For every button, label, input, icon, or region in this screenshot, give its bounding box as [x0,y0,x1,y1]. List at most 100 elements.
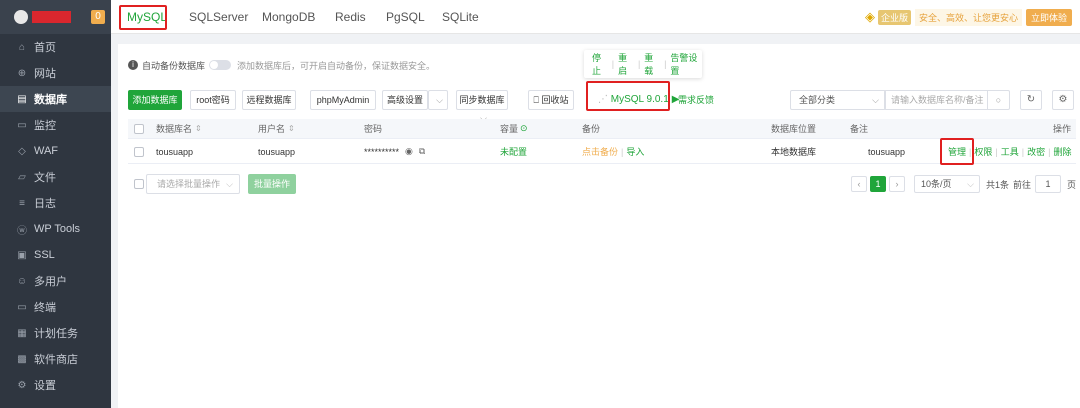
remote-database-button[interactable]: 远程数据库 [242,90,296,110]
tab-pgsql[interactable]: PgSQL [386,10,425,24]
db-note[interactable]: tousuapp [868,140,905,163]
server-header[interactable]: 0 [0,0,111,34]
backup-now-link[interactable]: 点击备份 [582,145,618,158]
sidebar-item-label: 文件 [34,172,56,184]
row-checkbox[interactable] [134,146,144,157]
permission-link[interactable]: 权限 [974,145,992,158]
trash-icon: ⎕ [533,95,539,105]
sidebar-item[interactable]: ▦ 计划任务 [0,320,111,346]
tab-sqlite[interactable]: SQLite [442,10,479,24]
root-password-button[interactable]: root密码 [190,90,236,110]
chevron-down-icon: ⌵ [436,95,443,105]
prev-page-button[interactable]: ‹ [850,176,867,192]
db-capacity[interactable]: 未配置 [500,140,527,163]
stop-service-link[interactable]: 停止 [592,51,608,77]
auto-backup-label: 自动备份数据库 [142,60,206,71]
goto-label: 前往 [1012,179,1031,190]
sync-database-button[interactable]: 同步数据库⌵ [456,90,508,123]
batch-action-select[interactable]: 请选择批量操作 ⌵ [146,174,240,194]
sidebar-item[interactable]: ☺ 多用户 [0,268,111,294]
delete-link[interactable]: 删除 [1053,145,1071,158]
eye-icon[interactable]: ◉ [405,146,413,157]
table-footer: 请选择批量操作 ⌵ 批量操作 ‹ 1 › 10条/页 ⌵ 共1条 前往 1 页 [128,174,1076,194]
import-link[interactable]: 导入 [626,145,644,158]
footer-select-all-checkbox[interactable] [134,179,144,189]
sync-database-label: 同步数据库 [459,95,505,105]
sidebar-item[interactable]: ▱ 文件 [0,164,111,190]
table-header: 数据库名 ⇕ 用户名 ⇕ 密码 容量 ⊙ 备份 数据库位置 备注 操作 [128,119,1076,139]
phpmyadmin-button[interactable]: phpMyAdmin [310,90,376,110]
server-logo-icon [14,10,28,24]
sidebar-menu: ⌂ 首页 ⊕ 网站 ▤ 数据库 ▭ 监控 ◇ WAF ▱ 文件 ≡ 日志 ⓦ WP Tools ▣ SSL ☺ 多用户… [0,34,111,398]
sidebar-item[interactable]: ⌂ 首页 [0,34,111,60]
info-icon: i [128,60,138,70]
chevron-down-icon: ⌵ [967,179,974,189]
sidebar-item-label: WP Tools [34,223,81,235]
sidebar-item[interactable]: ▭ 监控 [0,112,111,138]
enterprise-promo: ◈ 企业版 安全、高效、让您更安心 立即体验 [865,8,1072,26]
sidebar-item-label: 设置 [34,380,56,392]
chevron-down-icon: ⌵ [872,95,879,105]
reload-service-link[interactable]: 重载 [644,51,660,77]
sidebar-item-label: 网站 [34,68,56,80]
folder-icon: ▱ [18,171,26,183]
header-ops: 操作 [1053,124,1072,134]
restart-service-link[interactable]: 重启 [618,51,634,77]
tab-redis[interactable]: Redis [335,10,366,24]
mysql-service-menu: 停止 | 重启 | 重载 | 告警设置 [584,50,702,78]
recycle-bin-button[interactable]: ⎕ 回收站 [528,90,574,110]
next-page-button[interactable]: › [888,176,905,192]
recycle-bin-label: 回收站 [541,95,569,105]
sidebar-item[interactable]: ≡ 日志 [0,190,111,216]
search-icon[interactable]: ○ [987,91,1009,109]
gear-icon: ⚙ [17,379,27,391]
copy-icon[interactable]: ⧉ [419,146,425,157]
globe-icon: ⊕ [17,67,27,79]
search-input[interactable]: 请输入数据库名称/备注 ○ [884,90,1010,110]
sidebar-item[interactable]: ⓦ WP Tools [0,216,111,242]
select-all-checkbox[interactable] [134,123,144,134]
db-backup: 点击备份 | 导入 [582,145,645,158]
header-backup: 备份 [582,124,601,134]
db-user: tousuapp [258,146,296,157]
notification-badge[interactable]: 0 [91,10,105,24]
category-select[interactable]: 全部分类 ⌵ [790,90,886,110]
page-number[interactable]: 1 [869,176,886,192]
tab-sqlserver[interactable]: SQLServer [189,10,248,24]
sidebar-item-label: 首页 [34,42,56,54]
database-icon: ▤ [17,93,27,105]
help-icon[interactable]: ⊙ [520,123,528,134]
page-size-select[interactable]: 10条/页 ⌵ [913,175,980,193]
terminal-icon: ▭ [17,301,27,313]
sidebar-item[interactable]: ⚙ 设置 [0,372,111,398]
change-password-link[interactable]: 改密 [1027,145,1045,158]
tab-mongodb[interactable]: MongoDB [262,10,315,24]
sidebar-item[interactable]: ◇ WAF [0,138,111,164]
total-count: 共1条 [985,179,1009,190]
header-capacity: 容量 ⊙ [500,119,528,138]
wordpress-icon: ⓦ [17,225,27,237]
sidebar-item[interactable]: ▤ 数据库 [0,86,111,112]
sidebar-item-label: SSL [34,249,55,261]
tools-link[interactable]: 工具 [1001,145,1019,158]
sidebar-item[interactable]: ▭ 终端 [0,294,111,320]
try-now-button[interactable]: 立即体验 [1025,8,1072,26]
home-icon: ⌂ [18,41,26,53]
sidebar-item-label: 软件商店 [34,354,78,366]
advanced-settings-button[interactable]: 高级设置 [382,90,428,110]
advanced-dropdown-button[interactable]: ⌵ [428,90,448,110]
sidebar-item[interactable]: ⊕ 网站 [0,60,111,86]
feedback-link[interactable]: 需求反馈 [678,90,714,110]
gear-icon[interactable]: ⚙ [1052,90,1074,110]
sidebar-item-label: 日志 [34,198,56,210]
goto-page-input[interactable]: 1 [1034,175,1061,193]
add-database-button[interactable]: 添加数据库 [128,90,182,110]
alert-settings-link[interactable]: 告警设置 [670,51,702,77]
sidebar-item[interactable]: ▣ SSL [0,242,111,268]
header-name[interactable]: 数据库名 ⇕ [156,119,202,138]
batch-action-button[interactable]: 批量操作 [248,174,296,194]
header-user[interactable]: 用户名 ⇕ [258,119,295,138]
auto-backup-toggle[interactable] [209,60,232,70]
sidebar-item[interactable]: ▩ 软件商店 [0,346,111,372]
refresh-icon[interactable]: ↻ [1020,90,1042,110]
